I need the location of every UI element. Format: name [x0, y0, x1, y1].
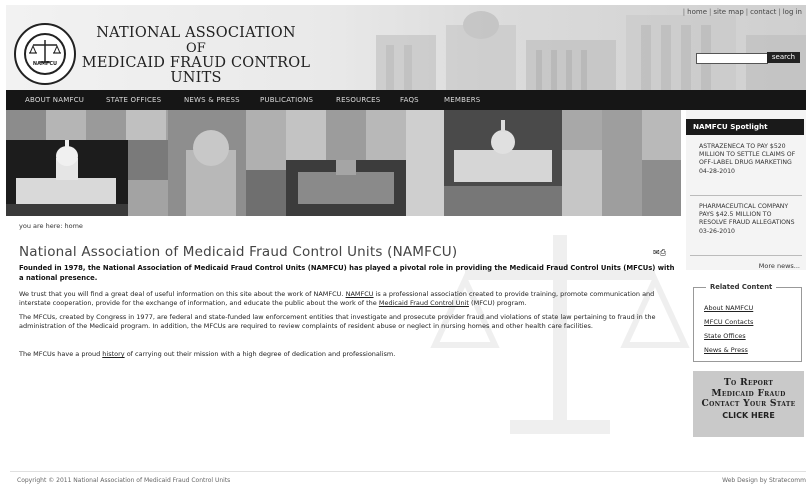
- p3-text-b: of carrying out their mission with a hig…: [124, 350, 396, 358]
- divider: |: [745, 8, 749, 16]
- namfcu-seal-logo[interactable]: NAMFCU: [14, 23, 76, 85]
- utility-link-contact[interactable]: contact: [750, 8, 776, 16]
- intro-paragraph: Founded in 1978, the National Associatio…: [19, 264, 675, 282]
- related-link-about-namfcu[interactable]: About NAMFCU: [704, 304, 753, 312]
- organization-name[interactable]: NATIONAL ASSOCIATION OF MEDICAID FRAUD C…: [76, 26, 316, 86]
- capitol-photo-banner: [6, 110, 681, 216]
- nav-item-publications[interactable]: PUBLICATIONS: [260, 90, 313, 110]
- divider: [690, 195, 802, 196]
- related-link-news-press[interactable]: News & Press: [704, 346, 748, 354]
- seal-text: NAMFCU: [32, 61, 58, 67]
- org-name-line-2: OF: [185, 41, 207, 56]
- news-date: 04-28-2010: [699, 167, 735, 175]
- divider: |: [778, 8, 781, 16]
- site-header: NAMFCU NATIONAL ASSOCIATION OF MEDICAID …: [6, 5, 806, 90]
- news-date: 03-26-2010: [699, 227, 735, 235]
- body-paragraph-1: We trust that you will find a great deal…: [19, 290, 679, 309]
- news-item[interactable]: ASTRAZENECA TO PAY $520 MILLION TO SETTL…: [699, 143, 799, 176]
- utility-link-site-map[interactable]: site map: [713, 8, 743, 16]
- seal-inner-ring: [24, 33, 66, 75]
- search-button[interactable]: search: [767, 52, 800, 63]
- body-paragraph-2: The MFCUs, created by Congress in 1977, …: [19, 313, 656, 331]
- print-icon[interactable]: ⎙: [660, 248, 666, 257]
- utility-links: | home | site map | contact | log in: [681, 8, 802, 16]
- news-headline[interactable]: PHARMACEUTICAL COMPANY PAYS $42.5 MILLIO…: [699, 203, 799, 228]
- capitol-buildings-collage-image: [6, 110, 681, 216]
- p1-text-a: We trust that you will find a great deal…: [19, 290, 346, 298]
- breadcrumb: you are here: home: [19, 222, 83, 230]
- news-item[interactable]: PHARMACEUTICAL COMPANY PAYS $42.5 MILLIO…: [699, 203, 799, 236]
- page: NAMFCU NATIONAL ASSOCIATION OF MEDICAID …: [0, 0, 806, 489]
- body-paragraph-3: The MFCUs have a proud history of carryi…: [19, 350, 679, 359]
- site-footer: Copyright © 2011 National Association of…: [0, 467, 806, 489]
- web-design-credit-link[interactable]: Web Design by Stratecomm: [722, 477, 806, 484]
- page-title: National Association of Medicaid Fraud C…: [19, 244, 458, 260]
- divider: |: [709, 8, 712, 16]
- nav-item-about-namfcu[interactable]: ABOUT NAMFCU: [25, 90, 84, 110]
- page-tools: ✉⎙: [653, 248, 666, 258]
- spotlight-panel: NAMFCU Spotlight ASTRAZENECA TO PAY $520…: [686, 110, 806, 270]
- divider: [690, 255, 802, 256]
- utility-link-log-in[interactable]: log in: [783, 8, 802, 16]
- nav-item-state-offices[interactable]: STATE OFFICES: [106, 90, 161, 110]
- nav-item-faqs[interactable]: FAQS: [400, 90, 419, 110]
- copyright-text: Copyright © 2011 National Association of…: [17, 477, 231, 484]
- main-nav: ABOUT NAMFCU STATE OFFICES NEWS & PRESS …: [6, 90, 806, 110]
- history-link[interactable]: history: [102, 350, 124, 358]
- nav-item-resources[interactable]: RESOURCES: [336, 90, 380, 110]
- nav-item-members[interactable]: MEMBERS: [444, 90, 480, 110]
- related-link-mfcu-contacts[interactable]: MFCU Contacts: [704, 318, 753, 326]
- more-news-link[interactable]: More news...: [759, 262, 800, 270]
- utility-link-home[interactable]: home: [687, 8, 707, 16]
- nav-item-news-press[interactable]: NEWS & PRESS: [184, 90, 240, 110]
- capitol-skyline-background: [376, 11, 806, 90]
- spotlight-title: NAMFCU Spotlight: [686, 119, 804, 135]
- scales-watermark-icon: [430, 235, 690, 434]
- org-name-line-1: NATIONAL ASSOCIATION: [96, 25, 296, 41]
- report-fraud-button[interactable]: To Report Medicaid Fraud Contact Your St…: [693, 371, 804, 437]
- related-link-state-offices[interactable]: State Offices: [704, 332, 746, 340]
- p3-text-a: The MFCUs have a proud: [19, 350, 103, 358]
- news-headline[interactable]: ASTRAZENECA TO PAY $520 MILLION TO SETTL…: [699, 143, 799, 168]
- org-name-line-3: MEDICAID FRAUD CONTROL UNITS: [81, 55, 311, 86]
- p1-text-c: (MFCU) program.: [468, 299, 527, 308]
- mfcu-program-link[interactable]: Medicaid Fraud Control Unit: [379, 299, 469, 307]
- email-icon[interactable]: ✉: [653, 248, 660, 257]
- report-line-3: Contact Your State: [701, 398, 796, 409]
- report-click-here: CLICK HERE: [722, 410, 775, 420]
- divider: |: [682, 8, 686, 16]
- related-content-box: Related Content About NAMFCU MFCU Contac…: [693, 283, 802, 362]
- report-line-1: To Report: [723, 377, 774, 388]
- namfcu-link[interactable]: NAMFCU: [346, 290, 374, 298]
- divider: [10, 471, 806, 472]
- search-input[interactable]: [696, 53, 768, 64]
- related-content-title: Related Content: [706, 283, 777, 291]
